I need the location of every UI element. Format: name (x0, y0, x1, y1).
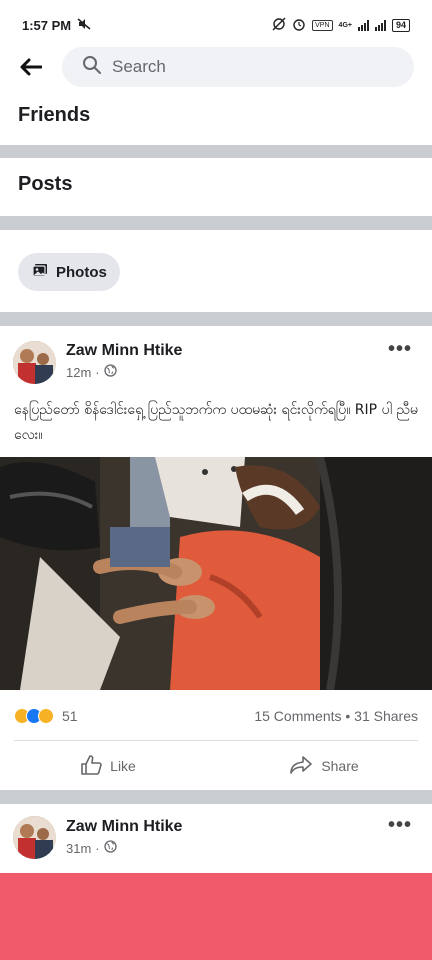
like-label: Like (110, 758, 136, 774)
search-placeholder: Search (112, 57, 166, 76)
post-text: နေပြည်တော် စိန်ဒေါင်းရှေ့ ပြည်သူဘက်က ပထမ… (14, 402, 418, 443)
post-author[interactable]: Zaw Minn Htike (66, 818, 182, 836)
network-type: 4G+ (338, 21, 352, 29)
avatar[interactable] (13, 816, 56, 859)
post-time: 31m (66, 840, 92, 856)
post-meta: 12m · (66, 364, 117, 380)
photos-icon (32, 263, 48, 281)
share-label: Share (321, 758, 359, 774)
reactions-count: 51 (62, 708, 78, 724)
battery-icon: 94 (391, 18, 410, 32)
globe-icon (103, 840, 117, 856)
search-icon (82, 55, 102, 80)
avatar[interactable] (13, 341, 56, 384)
search-header: Search (0, 44, 432, 90)
section-separator (0, 312, 432, 326)
post-image-preview[interactable] (0, 873, 432, 960)
status-time: 1:57 PM (22, 17, 72, 33)
like-button[interactable]: Like (0, 754, 216, 778)
vpn-icon: VPN (312, 19, 333, 31)
signal-icon-2 (374, 19, 386, 31)
no-alarm-icon (272, 17, 286, 34)
thumbs-up-icon (80, 754, 102, 778)
mute-icon (77, 17, 91, 33)
comments-shares-count[interactable]: 15 Comments • 31 Shares (254, 708, 418, 724)
globe-icon (103, 364, 117, 380)
divider (14, 740, 418, 741)
posts-heading: Posts (18, 173, 73, 195)
search-input[interactable]: Search (62, 47, 414, 87)
back-arrow-icon[interactable] (0, 44, 62, 90)
post-photo[interactable] (0, 457, 432, 690)
alarm-icon (292, 17, 306, 34)
reaction-icons (14, 708, 54, 724)
post-time: 12m (66, 364, 92, 380)
section-separator (0, 790, 432, 804)
section-separator (0, 145, 432, 158)
reactions-summary[interactable]: 51 15 Comments • 31 Shares (0, 700, 432, 732)
share-arrow-icon (289, 755, 313, 778)
post-meta: 31m · (66, 840, 117, 856)
more-options-icon[interactable]: ••• (388, 338, 412, 361)
more-options-icon[interactable]: ••• (388, 814, 412, 837)
section-separator (0, 216, 432, 230)
photos-label: Photos (56, 263, 107, 281)
wow-reaction-icon (38, 708, 54, 724)
post-actions: Like Share (0, 748, 432, 784)
share-button[interactable]: Share (216, 755, 432, 778)
status-bar: 1:57 PM VPN 4G+ 94 (0, 0, 432, 50)
signal-icon (357, 19, 369, 31)
post-author[interactable]: Zaw Minn Htike (66, 342, 182, 360)
friends-heading[interactable]: Friends (18, 104, 90, 127)
photos-filter-button[interactable]: Photos (18, 253, 120, 291)
